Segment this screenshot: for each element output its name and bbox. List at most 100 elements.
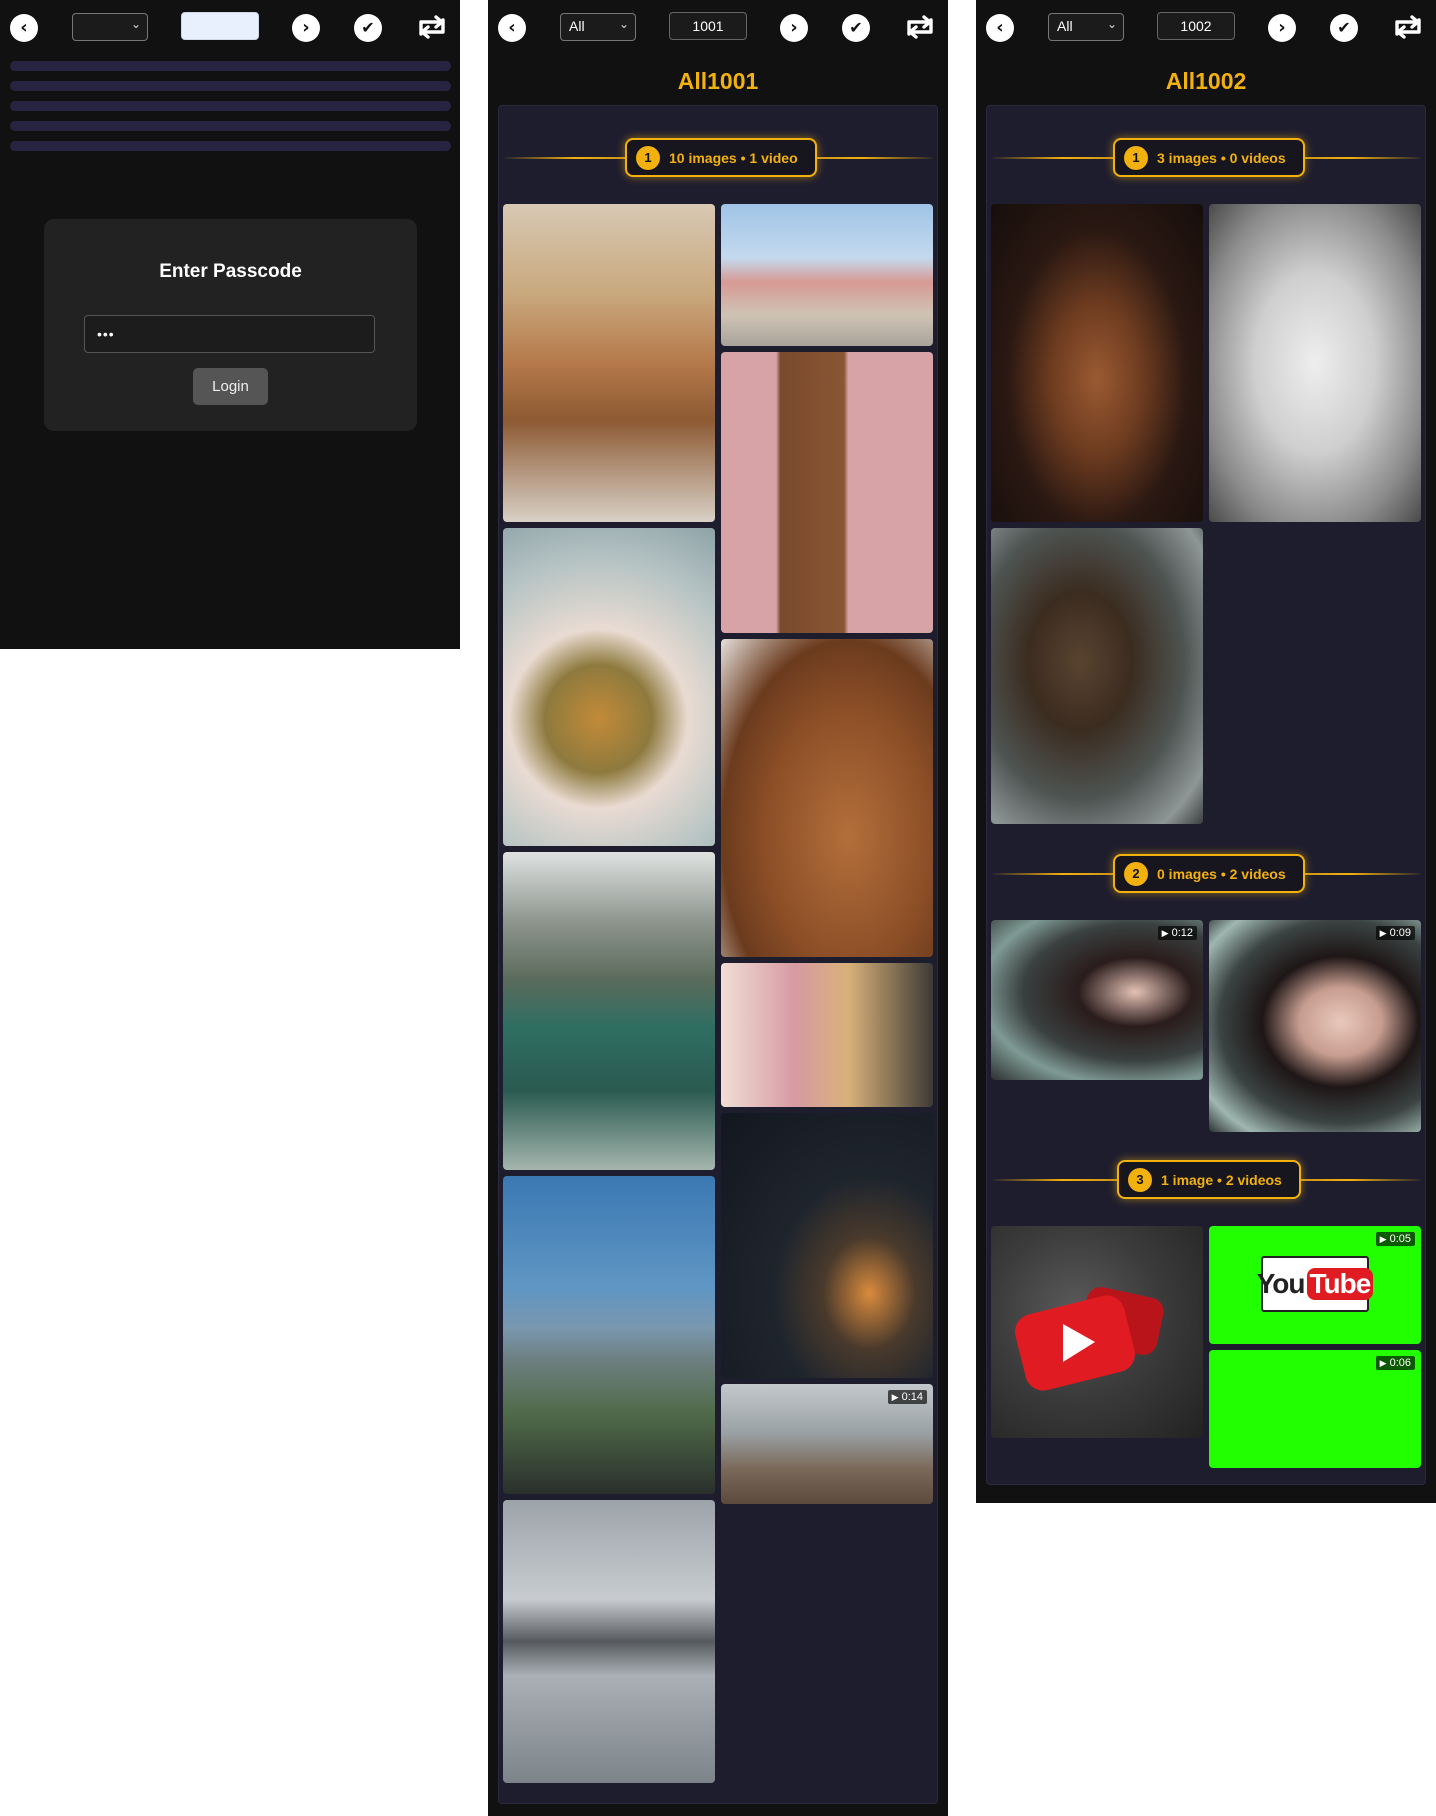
folder-number-input[interactable]: [181, 12, 259, 40]
gallery-screen-1002: ‹ All ⌄ 1002 › ✔ All1002 1 3 images • 0 v…: [976, 0, 1436, 1503]
video-duration-badge: ▶ 0:14: [887, 1390, 927, 1404]
play-icon: ▶: [1379, 1235, 1387, 1245]
repeat-icon: [1395, 15, 1421, 39]
play-icon: ▶: [1379, 1359, 1387, 1369]
media-tile[interactable]: ▶ 0:09: [1209, 920, 1421, 1132]
next-button[interactable]: ›: [292, 14, 320, 42]
passcode-input[interactable]: •••: [84, 315, 375, 353]
media-thumbnail: [503, 1176, 715, 1494]
chevron-down-icon: ⌄: [618, 17, 629, 31]
group-summary-pill: 1 10 images • 1 video: [625, 138, 817, 177]
group-summary-text: 10 images • 1 video: [669, 149, 798, 166]
filter-select[interactable]: ⌄: [72, 13, 148, 41]
media-tile[interactable]: [991, 204, 1203, 522]
checkmark-icon: ✔: [1337, 18, 1351, 37]
media-tile[interactable]: [503, 1500, 715, 1783]
divider-line: [993, 873, 1121, 875]
confirm-button[interactable]: ✔: [842, 14, 870, 42]
group-header: 1 10 images • 1 video: [505, 135, 933, 181]
passcode-card: Enter Passcode ••• Login: [44, 219, 417, 431]
video-duration-badge: ▶ 0:06: [1375, 1356, 1415, 1370]
chevron-right-icon: ›: [790, 17, 798, 38]
media-tile[interactable]: You Tube ▶ 0:05: [1209, 1226, 1421, 1344]
media-tile[interactable]: [721, 639, 933, 957]
media-thumbnail: [721, 352, 933, 633]
media-tile[interactable]: [1209, 204, 1421, 522]
back-button[interactable]: ‹: [498, 14, 526, 42]
red-play-button-logo: [1015, 1287, 1164, 1391]
media-tile[interactable]: [503, 852, 715, 1170]
chevron-right-icon: ›: [302, 17, 310, 38]
media-content: 1 3 images • 0 videos 2 0 images • 2 vid…: [986, 105, 1426, 1485]
media-tile[interactable]: ▶ 0:14: [721, 1384, 933, 1504]
group-summary-pill: 3 1 image • 2 videos: [1117, 1160, 1301, 1199]
group-header: 1 3 images • 0 videos: [993, 135, 1421, 181]
youtube-logo: You Tube: [1257, 1256, 1374, 1312]
folder-number-input[interactable]: 1001: [669, 12, 747, 40]
next-button[interactable]: ›: [1268, 14, 1296, 42]
divider-line: [1293, 873, 1421, 875]
media-thumbnail: [503, 528, 715, 846]
media-thumbnail: [503, 204, 715, 522]
divider-line: [993, 157, 1121, 159]
filter-select[interactable]: All ⌄: [560, 13, 636, 41]
media-tile[interactable]: [721, 1113, 933, 1378]
media-tile[interactable]: [991, 1226, 1203, 1438]
back-button[interactable]: ‹: [986, 14, 1014, 42]
divider-line: [505, 157, 633, 159]
folder-number-input[interactable]: 1002: [1157, 12, 1235, 40]
loading-placeholder-bar: [10, 121, 451, 131]
media-thumbnail: [991, 528, 1203, 824]
video-duration-badge: ▶ 0:05: [1375, 1232, 1415, 1246]
next-button[interactable]: ›: [780, 14, 808, 42]
page-title: All1002: [1165, 68, 1247, 94]
media-thumbnail: [721, 639, 933, 957]
play-icon: ▶: [1161, 929, 1169, 939]
media-tile[interactable]: [503, 1176, 715, 1494]
checkmark-icon: ✔: [849, 18, 863, 37]
toolbar: ‹ All ⌄ 1002 › ✔: [976, 0, 1436, 56]
confirm-button[interactable]: ✔: [1330, 14, 1358, 42]
back-button[interactable]: ‹: [10, 14, 38, 42]
group-header: 2 0 images • 2 videos: [993, 851, 1421, 897]
group-number-badge: 2: [1124, 861, 1148, 886]
media-tile[interactable]: [721, 352, 933, 633]
chevron-left-icon: ‹: [996, 17, 1004, 38]
group-number-badge: 1: [636, 145, 660, 170]
repeat-button[interactable]: [1390, 11, 1426, 43]
passcode-heading: Enter Passcode: [159, 261, 302, 282]
group-summary-text: 0 images • 2 videos: [1157, 865, 1286, 882]
repeat-button[interactable]: [414, 11, 450, 43]
divider-line: [1293, 157, 1421, 159]
chevron-down-icon: ⌄: [130, 17, 141, 31]
media-tile[interactable]: [503, 528, 715, 846]
media-tile[interactable]: [721, 204, 933, 346]
gallery-screen-1001: ‹ All ⌄ 1001 › ✔ All1001 1 10 images • 1 …: [488, 0, 948, 1816]
media-tile[interactable]: [991, 528, 1203, 824]
divider-line: [805, 157, 933, 159]
repeat-icon: [907, 15, 933, 39]
divider-line: [993, 1179, 1121, 1181]
video-duration-badge: ▶ 0:12: [1157, 926, 1197, 940]
media-tile[interactable]: ▶ 0:06: [1209, 1350, 1421, 1468]
confirm-button[interactable]: ✔: [354, 14, 382, 42]
video-duration-badge: ▶ 0:09: [1375, 926, 1415, 940]
group-summary-text: 1 image • 2 videos: [1161, 1171, 1282, 1188]
login-button[interactable]: Login: [193, 368, 268, 405]
loading-placeholder-bar: [10, 81, 451, 91]
toolbar: ‹ ⌄ › ✔: [0, 0, 460, 56]
play-icon: ▶: [891, 1393, 899, 1403]
loading-placeholder-bar: [10, 141, 451, 151]
divider-line: [1293, 1179, 1421, 1181]
media-thumbnail: [721, 963, 933, 1107]
repeat-icon: [419, 15, 445, 39]
repeat-button[interactable]: [902, 11, 938, 43]
media-thumbnail: [1209, 204, 1421, 522]
media-thumbnail: [991, 204, 1203, 522]
media-tile[interactable]: [503, 204, 715, 522]
media-thumbnail: [991, 920, 1203, 1080]
filter-select[interactable]: All ⌄: [1048, 13, 1124, 41]
media-tile[interactable]: ▶ 0:12: [991, 920, 1203, 1080]
chevron-right-icon: ›: [1278, 17, 1286, 38]
media-tile[interactable]: [721, 963, 933, 1107]
